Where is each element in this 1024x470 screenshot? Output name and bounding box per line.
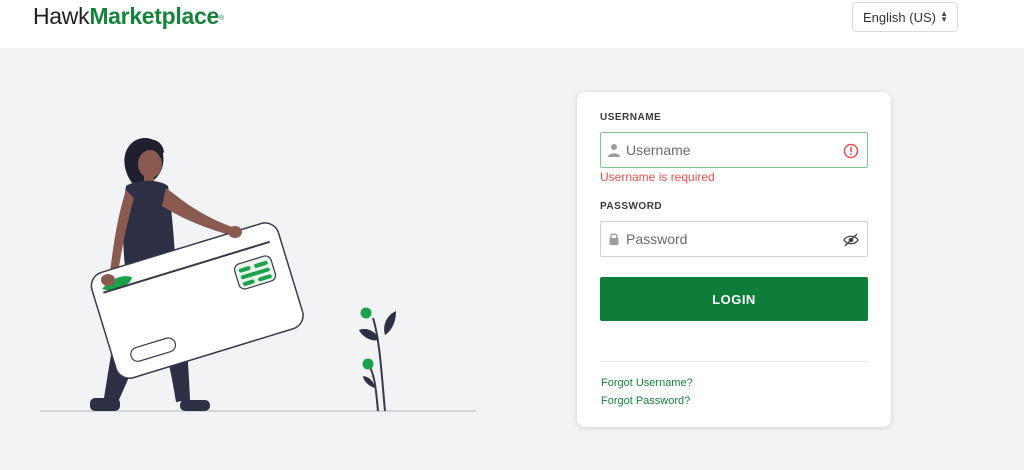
username-error-message: Username is required bbox=[600, 170, 715, 184]
login-button[interactable]: LOGIN bbox=[600, 277, 868, 321]
lock-icon bbox=[609, 233, 619, 245]
username-label: USERNAME bbox=[600, 112, 662, 123]
password-field[interactable] bbox=[600, 221, 868, 257]
logo-text-marketplace: Marketplace bbox=[89, 3, 219, 29]
username-field[interactable] bbox=[600, 132, 868, 168]
password-label: PASSWORD bbox=[600, 201, 663, 212]
top-header: HawkMarketplace® English (US) ▲ ▼ bbox=[0, 0, 1024, 48]
password-input[interactable] bbox=[626, 222, 836, 256]
error-icon bbox=[843, 143, 859, 159]
username-input[interactable] bbox=[626, 133, 836, 167]
hero-illustration bbox=[40, 138, 476, 412]
eye-off-icon[interactable] bbox=[843, 232, 859, 248]
hawk-marketplace-logo[interactable]: HawkMarketplace® bbox=[33, 2, 224, 30]
card-divider bbox=[600, 361, 868, 362]
forgot-password-link[interactable]: Forgot Password? bbox=[601, 395, 690, 407]
forgot-username-link[interactable]: Forgot Username? bbox=[601, 377, 693, 389]
user-icon bbox=[608, 144, 620, 157]
plant-illustration bbox=[359, 307, 396, 412]
logo-text-hawk: Hawk bbox=[33, 3, 90, 29]
sort-caret-icon: ▲ ▼ bbox=[940, 9, 948, 24]
login-card: USERNAME Username is required PASSWORD L… bbox=[577, 92, 891, 427]
registered-mark: ® bbox=[218, 15, 224, 22]
language-select[interactable]: English (US) ▲ ▼ bbox=[852, 2, 958, 32]
language-select-value: English (US) bbox=[863, 9, 936, 25]
